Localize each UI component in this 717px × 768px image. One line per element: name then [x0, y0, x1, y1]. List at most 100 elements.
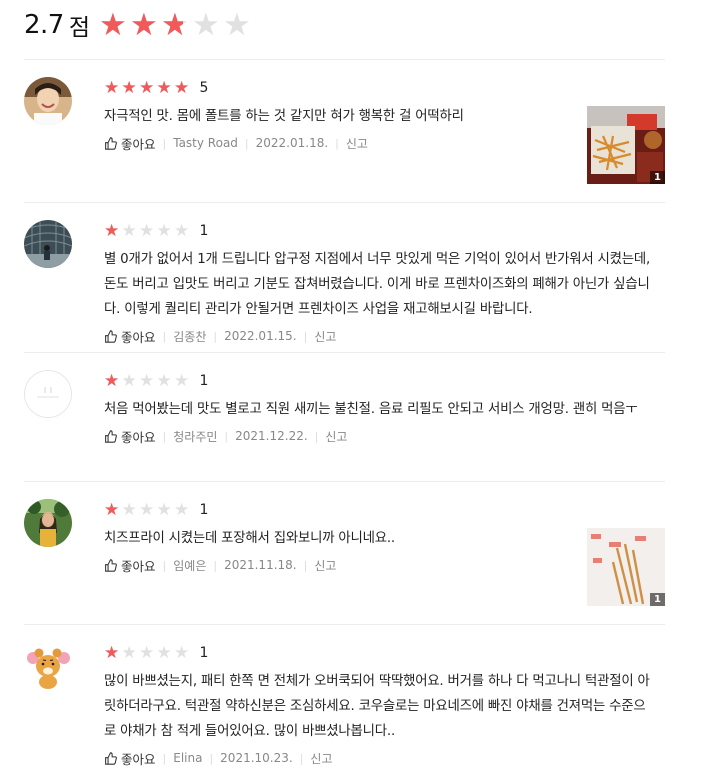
star-icon: ★ ★: [104, 499, 120, 520]
like-label: 좋아요: [121, 329, 156, 345]
star-icon: ★ ★: [121, 77, 137, 98]
thumbs-up-icon: [105, 429, 117, 443]
review-date: 2021.11.18.: [224, 558, 297, 572]
like-label: 좋아요: [121, 429, 156, 445]
star-icon: ★ ★: [104, 77, 120, 98]
star-rating: ★ ★ ★ ★ ★ ★: [104, 642, 192, 663]
like-label: 좋아요: [121, 751, 156, 767]
star-icon: ★: [121, 499, 137, 520]
star-icon: ★: [174, 370, 190, 391]
divider: |: [303, 329, 308, 343]
like-button[interactable]: 좋아요: [104, 749, 156, 768]
star-icon: ★ ★: [139, 77, 155, 98]
like-button[interactable]: 좋아요: [104, 427, 156, 446]
review-item: ★ ★ ★ ★ ★ ★ 1 치즈프라이 시켰는데 포장해서 집와보니까 아니네요.. 좋아…: [24, 481, 665, 625]
like-button[interactable]: 좋아요: [104, 556, 156, 575]
star-icon: ★: [223, 6, 251, 43]
star-icon: ★ ★: [104, 220, 120, 241]
divider: |: [209, 751, 214, 765]
rating-value: 1: [199, 502, 209, 518]
review-item: ★ ★ ★ ★ ★ ★ 1 많이 바쁘셨는지, 패티 한쪽 면 전체가 오버쿡되어 딱딱했…: [24, 624, 665, 768]
thumbs-up-icon: [105, 558, 117, 572]
thumbs-up-icon: [105, 136, 117, 150]
star-icon: ★: [156, 499, 172, 520]
review-rating: ★ ★ ★ ★ ★ ★ 1: [104, 642, 665, 664]
divider: |: [213, 558, 218, 572]
like-button[interactable]: 좋아요: [104, 327, 156, 346]
thumbs-up-icon: [105, 751, 117, 765]
review-photo[interactable]: 1: [587, 528, 665, 606]
divider: |: [224, 429, 229, 443]
review-meta: 좋아요 | Elina | 2021.10.23. | 신고: [104, 749, 665, 767]
star-icon: ★: [121, 220, 137, 241]
like-label: 좋아요: [121, 136, 156, 152]
report-link[interactable]: 신고: [314, 557, 336, 574]
star-icon: ★: [174, 642, 190, 663]
review-date: 2021.10.23.: [220, 751, 293, 765]
star-icon: ★: [139, 220, 155, 241]
review-rating: ★ ★ ★ ★ ★ ★ ★ ★ ★ ★ 5: [104, 77, 665, 99]
divider: |: [335, 136, 339, 150]
rating-summary: 2.7 점 ★ ★ ★ ★ ★ ★ ★ ★: [24, 5, 254, 45]
reviewer-avatar[interactable]: [24, 77, 72, 125]
photo-count: 1: [650, 171, 665, 184]
star-icon: ★ ★: [104, 642, 120, 663]
reviewer-avatar[interactable]: [24, 642, 72, 690]
divider: |: [162, 329, 167, 343]
review-author[interactable]: Tasty Road: [173, 136, 238, 150]
review-author[interactable]: 청라주민: [173, 428, 217, 445]
review-rating: ★ ★ ★ ★ ★ ★ 1: [104, 499, 665, 521]
star-icon: ★: [156, 220, 172, 241]
divider: |: [244, 136, 249, 150]
like-button[interactable]: 좋아요: [104, 134, 156, 153]
star-icon: ★: [121, 642, 137, 663]
star-rating: ★ ★ ★ ★ ★ ★ ★ ★ ★ ★: [104, 77, 192, 98]
review-item: ★ ★ ★ ★ ★ ★ 1 별 0개가 없어서 1개 드립니다 압구정 지점에서 너무 맛…: [24, 202, 665, 352]
report-link[interactable]: 신고: [314, 328, 336, 345]
star-icon: ★ ★: [161, 6, 189, 43]
divider: |: [299, 751, 304, 765]
divider: |: [162, 429, 167, 443]
reviewer-avatar[interactable]: [24, 220, 72, 268]
review-text: 자극적인 맛. 몸에 폴트를 하는 것 같지만 혀가 행복한 걸 어떡하리: [104, 109, 464, 124]
review-author[interactable]: 김종찬: [173, 328, 206, 345]
rating-value: 1: [199, 645, 209, 661]
review-meta: 좋아요 | 김종찬 | 2022.01.15. | 신고: [104, 327, 665, 345]
report-link[interactable]: 신고: [325, 428, 347, 445]
review-date: 2021.12.22.: [235, 429, 308, 443]
review-meta: 좋아요 | Tasty Road | 2022.01.18. | 신고: [104, 134, 665, 152]
review-item: ★ ★ ★ ★ ★ ★ ★ ★ ★ ★ 5 자극적인 맛. 몸에 폴트를 하는 것 같지만 혀가 …: [24, 59, 665, 202]
report-link[interactable]: 신고: [346, 135, 368, 152]
star-icon: ★: [156, 642, 172, 663]
review-rating: ★ ★ ★ ★ ★ ★ 1: [104, 220, 665, 242]
star-icon: ★: [174, 220, 190, 241]
score-unit: 점: [68, 15, 91, 41]
report-link[interactable]: 신고: [310, 750, 332, 767]
review-text: 별 0개가 없어서 1개 드립니다 압구정 지점에서 너무 맛있게 먹은 기억이…: [104, 252, 651, 317]
reviewer-avatar[interactable]: [24, 370, 72, 418]
divider: |: [162, 751, 167, 765]
star-icon: ★: [174, 499, 190, 520]
divider: |: [314, 429, 319, 443]
star-icon: ★ ★: [156, 77, 172, 98]
photo-count: 1: [650, 593, 665, 606]
rating-value: 5: [199, 80, 209, 96]
star-rating: ★ ★ ★ ★ ★ ★: [104, 499, 192, 520]
reviewer-avatar[interactable]: [24, 499, 72, 547]
review-rating: ★ ★ ★ ★ ★ ★ 1: [104, 370, 665, 392]
review-text: 치즈프라이 시켰는데 포장해서 집와보니까 아니네요..: [104, 531, 395, 546]
review-photo[interactable]: 1: [587, 106, 665, 184]
average-star-rating: ★ ★ ★ ★ ★ ★ ★ ★: [99, 6, 254, 43]
like-label: 좋아요: [121, 558, 156, 574]
review-author[interactable]: 임예은: [173, 557, 206, 574]
star-icon: ★ ★: [99, 6, 127, 43]
review-date: 2022.01.15.: [224, 329, 297, 343]
review-item: ★ ★ ★ ★ ★ ★ 1 처음 먹어봤는데 맛도 별로고 직원 새끼는 불친절. 음료 …: [24, 352, 665, 482]
review-text: 처음 먹어봤는데 맛도 별로고 직원 새끼는 불친절. 음료 리필도 안되고 서…: [104, 402, 638, 417]
thumbs-up-icon: [105, 329, 117, 343]
review-author[interactable]: Elina: [173, 751, 202, 765]
rating-value: 1: [199, 223, 209, 239]
star-rating: ★ ★ ★ ★ ★ ★: [104, 370, 192, 391]
review-meta: 좋아요 | 임예은 | 2021.11.18. | 신고: [104, 556, 665, 574]
star-icon: ★: [192, 6, 220, 43]
